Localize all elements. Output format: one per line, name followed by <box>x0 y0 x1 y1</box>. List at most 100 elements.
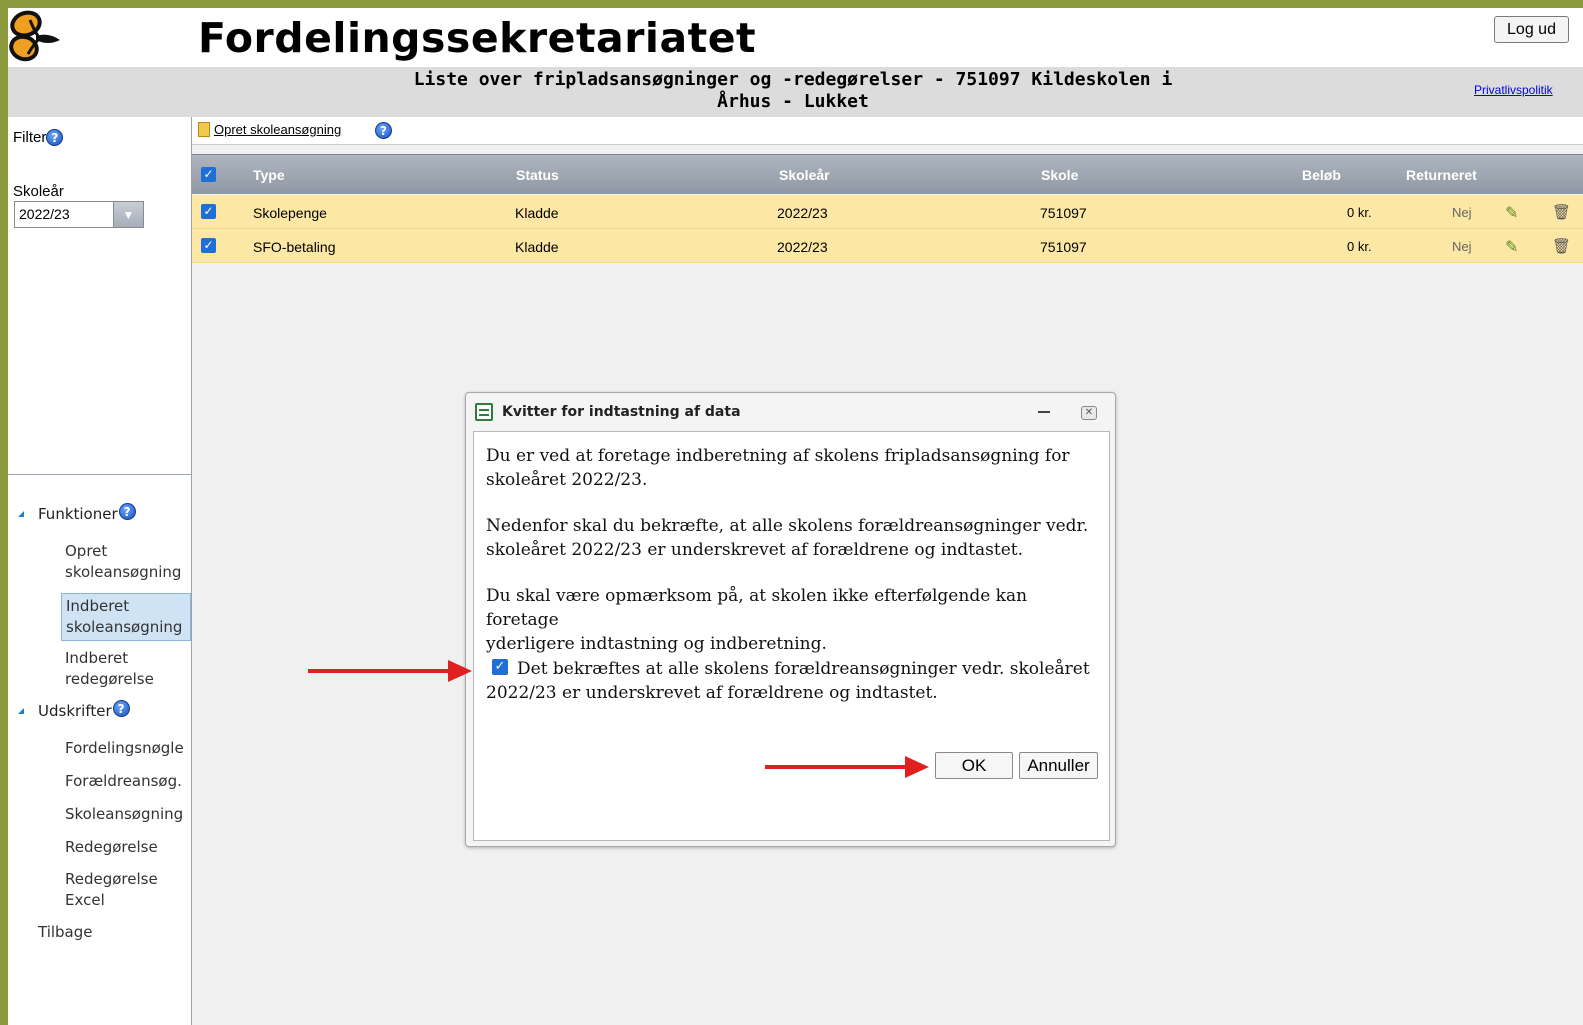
site-title: Fordelingssekretariatet <box>198 14 757 62</box>
skoleaar-select-value: 2022/23 <box>19 206 70 222</box>
cancel-button[interactable]: Annuller <box>1019 752 1098 779</box>
dialog-text-line: Du skal være opmærksom på, at skolen ikk… <box>486 586 1028 630</box>
sidebar-item-foraeldreansoeg[interactable]: Forældreansøg. <box>61 771 191 792</box>
dialog-paragraph-1: Du er ved at foretage indberetning af sk… <box>486 444 1096 492</box>
filter-label-text: Filter <box>13 129 47 146</box>
sidebar-item-indberet-skoleansoegning[interactable]: Indberet skoleansøgning <box>61 593 191 641</box>
sidebar-item-tilbage[interactable]: Tilbage <box>38 923 93 941</box>
help-icon[interactable]: ? <box>46 129 64 146</box>
edit-pencil-icon[interactable]: ✎ <box>1505 203 1523 222</box>
page: Fordelingssekretariatet Log ud Liste ove… <box>8 8 1583 1025</box>
sidebar-item-label: Redegørelse <box>65 870 158 888</box>
dialog-text-line: skoleåret 2022/23 er underskrevet af for… <box>486 540 1024 560</box>
page-subtitle-line2: Århus - Lukket <box>717 91 869 112</box>
sidebar-item-label: Redegørelse <box>65 838 158 856</box>
dialog-text-line: skoleåret 2022/23. <box>486 470 648 490</box>
dialog-paragraph-2: Nedenfor skal du bekræfte, at alle skole… <box>486 514 1096 562</box>
column-header-returneret[interactable]: Returneret <box>1406 167 1477 183</box>
sidebar-item-label: skoleansøgning <box>65 563 182 581</box>
sidebar-item-label: redegørelse <box>65 670 154 688</box>
dialog-body: Du er ved at foretage indberetning af sk… <box>473 431 1110 841</box>
expand-triangle-icon[interactable] <box>18 511 24 517</box>
filter-label: Filter ? <box>13 129 64 146</box>
cell-status: Kladde <box>515 205 559 221</box>
dialog-text-line: Nedenfor skal du bekræfte, at alle skole… <box>486 516 1089 536</box>
column-header-type[interactable]: Type <box>253 167 285 183</box>
sidebar-item-label: Indberet <box>66 597 130 615</box>
dialog-titlebar[interactable]: Kvitter for indtastning af data ✕ <box>466 393 1115 431</box>
sidebar-item-label: Indberet <box>65 649 129 667</box>
page-subtitle-line1: Liste over fripladsansøgninger og -redeg… <box>413 69 1173 90</box>
sidebar-item-label: Opret <box>65 542 108 560</box>
butterfly-logo-icon <box>9 10 60 62</box>
dialog-text-line: 2022/23 er underskrevet af forældrene og… <box>486 683 938 703</box>
table-row[interactable]: ✓ SFO-betaling Kladde 2022/23 751097 0 k… <box>192 229 1583 263</box>
subtitle-bar: Liste over fripladsansøgninger og -redeg… <box>8 67 1583 117</box>
sidebar-item-redegoerelse-excel[interactable]: Redegørelse Excel <box>61 869 191 911</box>
column-header-skoleaar[interactable]: Skoleår <box>779 167 830 183</box>
cell-returneret: Nej <box>1452 239 1472 254</box>
cell-skoleaar: 2022/23 <box>777 239 828 255</box>
sidebar-item-label: skoleansøgning <box>66 618 183 636</box>
skoleaar-select[interactable]: 2022/23 ▼ <box>14 201 144 228</box>
privacy-link[interactable]: Privatlivspolitik <box>1474 83 1553 97</box>
table-row[interactable]: ✓ Skolepenge Kladde 2022/23 751097 0 kr.… <box>192 195 1583 229</box>
ok-button[interactable]: OK <box>935 752 1013 779</box>
sidebar-item-label: Skoleansøgning <box>65 805 184 823</box>
cell-type: SFO-betaling <box>253 239 336 255</box>
sidebar: Filter ? Skoleår 2022/23 ▼ Funktioner ? … <box>8 117 192 1025</box>
page-subtitle: Liste over fripladsansøgninger og -redeg… <box>398 69 1188 113</box>
cell-beloeb: 0 kr. <box>1347 205 1372 220</box>
cell-returneret: Nej <box>1452 205 1472 220</box>
chevron-down-icon[interactable]: ▼ <box>113 202 143 227</box>
column-header-skole[interactable]: Skole <box>1041 167 1078 183</box>
dialog-text-line: Det bekræftes at alle skolens forældrean… <box>517 659 1090 679</box>
sidebar-item-indberet-redegoerelse[interactable]: Indberet redegørelse <box>61 648 191 690</box>
help-icon[interactable]: ? <box>375 122 392 139</box>
filter-panel: Filter ? Skoleår 2022/23 ▼ <box>8 117 191 475</box>
row-checkbox[interactable]: ✓ <box>201 238 216 253</box>
sidebar-item-opret-skoleansoegning[interactable]: Opret skoleansøgning <box>61 541 191 583</box>
minimize-icon[interactable] <box>1038 411 1050 413</box>
column-header-beloeb[interactable]: Beløb <box>1302 167 1341 183</box>
sidebar-item-redegoerelse[interactable]: Redegørelse <box>61 837 191 858</box>
toolbar: Opret skoleansøgning ? <box>192 117 1583 145</box>
cell-skole: 751097 <box>1040 239 1087 255</box>
skoleaar-label: Skoleår <box>13 183 64 200</box>
close-icon[interactable]: ✕ <box>1081 406 1097 420</box>
select-all-checkbox[interactable]: ✓ <box>201 167 216 182</box>
sidebar-item-fordelingsnoegle[interactable]: Fordelingsnøgle <box>61 738 191 759</box>
nav-group-udskrifter[interactable]: Udskrifter ? <box>18 699 130 720</box>
trash-icon[interactable]: 🗑 <box>1552 237 1571 255</box>
cell-skole: 751097 <box>1040 205 1087 221</box>
sidebar-item-skoleansoegning[interactable]: Skoleansøgning <box>61 804 191 825</box>
sidebar-item-label: Forældreansøg. <box>65 772 182 790</box>
column-header-status[interactable]: Status <box>516 167 559 183</box>
cell-skoleaar: 2022/23 <box>777 205 828 221</box>
row-checkbox[interactable]: ✓ <box>201 204 216 219</box>
dialog-title: Kvitter for indtastning af data <box>502 404 741 420</box>
nav-group-funktioner[interactable]: Funktioner ? <box>18 502 136 523</box>
dialog-paragraph-3: Du skal være opmærksom på, at skolen ikk… <box>486 584 1096 656</box>
help-icon[interactable]: ? <box>112 699 130 717</box>
header: Fordelingssekretariatet Log ud <box>8 8 1583 68</box>
expand-triangle-icon[interactable] <box>18 708 24 714</box>
sidebar-item-label: Excel <box>65 891 105 909</box>
confirm-dialog: Kvitter for indtastning af data ✕ Du er … <box>465 392 1116 847</box>
cell-status: Kladde <box>515 239 559 255</box>
confirm-checkbox-label[interactable]: Det bekræftes at alle skolens forældrean… <box>486 657 1096 705</box>
logout-button[interactable]: Log ud <box>1494 16 1569 43</box>
dialog-text-line: yderligere indtastning og indberetning. <box>486 634 827 654</box>
edit-pencil-icon[interactable]: ✎ <box>1505 237 1523 256</box>
nav-group-label: Funktioner <box>38 505 118 523</box>
annotation-arrow-head-icon <box>448 660 472 682</box>
create-skoleansoegning-link[interactable]: Opret skoleansøgning <box>198 122 341 137</box>
cell-type: Skolepenge <box>253 205 327 221</box>
annotation-arrow-head-icon <box>905 756 929 778</box>
help-icon[interactable]: ? <box>118 502 136 520</box>
annotation-arrow-shaft <box>308 669 450 673</box>
trash-icon[interactable]: 🗑 <box>1552 203 1571 221</box>
form-icon <box>475 403 493 421</box>
sidebar-item-label: Fordelingsnøgle <box>65 739 184 757</box>
annotation-arrow-shaft <box>765 765 907 769</box>
